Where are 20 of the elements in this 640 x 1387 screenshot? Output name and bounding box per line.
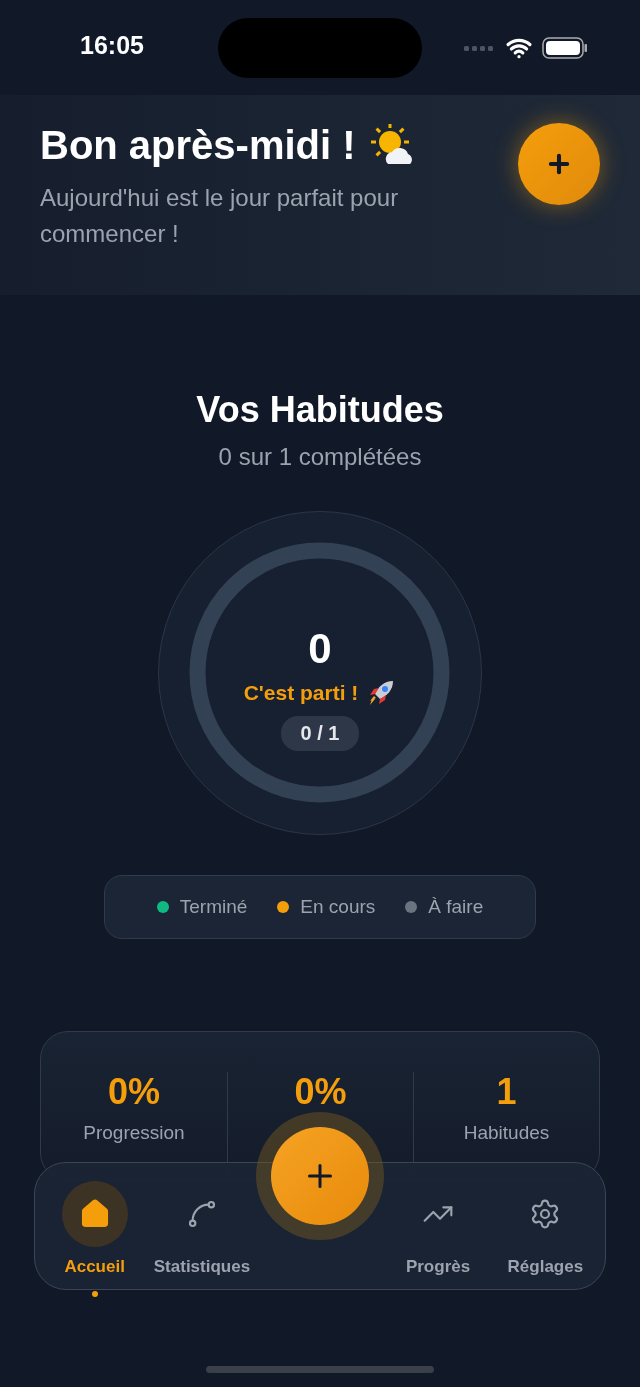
completed-count: 0 [308,625,332,672]
nav-tab[interactable]: Statistiques [148,1163,256,1289]
section-title: Vos Habitudes [196,389,444,431]
stat-label: Habitudes [463,1122,550,1144]
stat-value: 0% [108,1072,160,1112]
legend-label: En cours [300,896,376,918]
stat-value: 0% [294,1072,347,1112]
stat-label: Progression [83,1122,185,1144]
status-time: 16:05 [80,31,144,60]
nav-tab[interactable]: Réglages [491,1163,599,1289]
greeting-title: Bon après-midi ! [40,123,356,168]
legend-label: À faire [428,896,484,918]
greeting-subtitle: Aujourd'hui est le jour parfait pour commencer ! [40,183,400,249]
nav-tab[interactable]: Accueil [41,1163,149,1289]
ratio-badge: 0 / 1 [280,715,360,751]
completion-text: 0 sur 1 complétées [218,443,422,471]
motivation-text: C'est parti ! [243,680,359,705]
nav-tab[interactable]: Progrès [384,1163,492,1289]
legend-label: Terminé [179,896,248,918]
stat-value: 1 [496,1072,517,1112]
